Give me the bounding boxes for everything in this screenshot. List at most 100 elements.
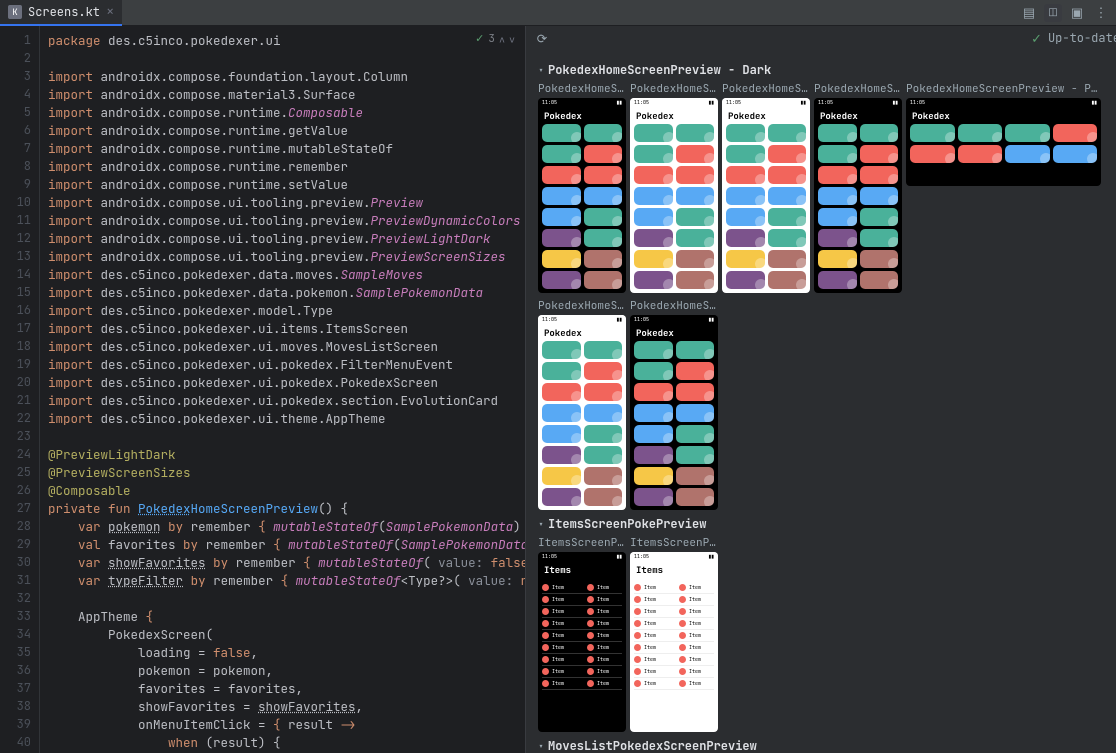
code-line[interactable] bbox=[48, 590, 525, 608]
preview-item[interactable]: ItemsScreenPokePrevi... 11:05▮▮ Items It… bbox=[630, 536, 718, 732]
preview-mock[interactable]: 11:05▮▮ Pokedex bbox=[630, 315, 718, 510]
line-number: 12 bbox=[0, 230, 39, 248]
code-line[interactable]: import des.c5inco.pokedexer.data.pokemon… bbox=[48, 284, 525, 302]
code-line[interactable]: @PreviewScreenSizes bbox=[48, 464, 525, 482]
more-options-icon[interactable]: ⋮ bbox=[1092, 4, 1110, 22]
preview-item[interactable]: PokedexHomeScreenP... 11:05▮▮ Pokedex bbox=[538, 299, 626, 510]
preview-item[interactable]: ItemsScreenPokePrevi... 11:05▮▮ Items It… bbox=[538, 536, 626, 732]
line-number: 20 bbox=[0, 374, 39, 392]
code-line[interactable]: pokemon = pokemon, bbox=[48, 662, 525, 680]
line-number: 17 bbox=[0, 320, 39, 338]
code-area[interactable]: package des.c5inco.pokedexer.ui import an… bbox=[40, 26, 525, 753]
preview-mock[interactable]: 11:05▮▮ Items ItemItemItemItemItemItemIt… bbox=[538, 552, 626, 732]
code-line[interactable]: import des.c5inco.pokedexer.ui.moves.Mov… bbox=[48, 338, 525, 356]
code-line[interactable]: PokedexScreen( bbox=[48, 626, 525, 644]
preview-label: PokedexHomeScreenP... bbox=[538, 299, 626, 313]
code-line[interactable]: onMenuItemClick = { result -> bbox=[48, 716, 525, 734]
preview-mock[interactable]: 11:05▮▮ Items ItemItemItemItemItemItemIt… bbox=[630, 552, 718, 732]
code-line[interactable]: package des.c5inco.pokedexer.ui bbox=[48, 32, 525, 50]
preview-mock[interactable]: 11:05▮▮ Pokedex bbox=[630, 98, 718, 293]
inspection-count: 3 bbox=[488, 32, 495, 46]
code-line[interactable]: import androidx.compose.runtime.remember bbox=[48, 158, 525, 176]
code-line[interactable]: import androidx.compose.foundation.layou… bbox=[48, 68, 525, 86]
line-number: 3 bbox=[0, 68, 39, 86]
code-line[interactable]: import des.c5inco.pokedexer.ui.theme.App… bbox=[48, 410, 525, 428]
code-line[interactable]: var pokemon by remember { mutableStateOf… bbox=[48, 518, 525, 536]
prev-problem-icon[interactable]: ∧ bbox=[499, 33, 505, 46]
preview-group-title: ItemsScreenPokePreview bbox=[548, 516, 706, 532]
preview-item[interactable]: PokedexHomeScreenP... 11:05▮▮ Pokedex bbox=[538, 82, 626, 293]
line-number: 40 bbox=[0, 734, 39, 752]
preview-mock[interactable]: 11:05▮▮ Pokedex bbox=[722, 98, 810, 293]
line-number: 34 bbox=[0, 626, 39, 644]
code-line[interactable]: import androidx.compose.runtime.Composab… bbox=[48, 104, 525, 122]
close-tab-icon[interactable]: × bbox=[106, 3, 114, 21]
code-line[interactable]: import des.c5inco.pokedexer.data.moves.S… bbox=[48, 266, 525, 284]
code-line[interactable] bbox=[48, 428, 525, 446]
code-line[interactable]: loading = false, bbox=[48, 644, 525, 662]
code-line[interactable]: import des.c5inco.pokedexer.ui.items.Ite… bbox=[48, 320, 525, 338]
code-line[interactable]: import androidx.compose.ui.tooling.previ… bbox=[48, 248, 525, 266]
preview-row: PokedexHomeScreenP... 11:05▮▮ Pokedex Po… bbox=[538, 82, 1116, 293]
code-line[interactable]: @Composable bbox=[48, 482, 525, 500]
code-line[interactable]: var showFavorites by remember { mutableS… bbox=[48, 554, 525, 572]
status-check-приicon: ✓ bbox=[1031, 30, 1042, 47]
preview-group-header[interactable]: ▾PokedexHomeScreenPreview - Dark bbox=[538, 62, 1116, 78]
code-line[interactable]: import des.c5inco.pokedexer.model.Type bbox=[48, 302, 525, 320]
preview-label: ItemsScreenPokePrevi... bbox=[630, 536, 718, 550]
code-line[interactable]: import androidx.compose.runtime.mutableS… bbox=[48, 140, 525, 158]
split-view-icon[interactable]: ◫ bbox=[1044, 4, 1062, 22]
preview-mock[interactable]: 11:05▮▮ Pokedex bbox=[538, 98, 626, 293]
code-line[interactable]: showFavorites = showFavorites, bbox=[48, 698, 525, 716]
code-line[interactable]: AppTheme { bbox=[48, 608, 525, 626]
preview-status-text: Up-to-date bbox=[1048, 30, 1116, 46]
preview-mock[interactable]: 11:05▮▮ Pokedex bbox=[814, 98, 902, 293]
line-number: 35 bbox=[0, 644, 39, 662]
code-line[interactable]: import androidx.compose.ui.tooling.previ… bbox=[48, 212, 525, 230]
preview-item[interactable]: PokedexHomeScreenP... 11:05▮▮ Pokedex bbox=[814, 82, 902, 293]
inspections-widget[interactable]: ✓ 3 ∧ ∨ bbox=[475, 32, 515, 46]
preview-label: ItemsScreenPokePrevi... bbox=[538, 536, 626, 550]
code-line[interactable] bbox=[48, 50, 525, 68]
line-number: 5 bbox=[0, 104, 39, 122]
preview-group-header[interactable]: ▾ ItemsScreenPokePreview bbox=[538, 516, 1116, 532]
preview-item[interactable]: PokedexHomeScreenP... 11:05▮▮ Pokedex bbox=[630, 299, 718, 510]
chevron-down-icon: ▾ bbox=[538, 518, 544, 531]
code-line[interactable]: import androidx.compose.material3.Surfac… bbox=[48, 86, 525, 104]
line-number: 18 bbox=[0, 338, 39, 356]
preview-mock[interactable]: 11:05▮▮ Pokedex bbox=[538, 315, 626, 510]
code-line[interactable]: import androidx.compose.ui.tooling.previ… bbox=[48, 230, 525, 248]
preview-body[interactable]: ▾PokedexHomeScreenPreview - Dark PokedexH… bbox=[526, 50, 1116, 753]
line-number: 15 bbox=[0, 284, 39, 302]
preview-item[interactable]: PokedexHomeScreenP... 11:05▮▮ Pokedex bbox=[630, 82, 718, 293]
code-line[interactable]: @PreviewLightDark bbox=[48, 446, 525, 464]
code-line[interactable]: var typeFilter by remember { mutableStat… bbox=[48, 572, 525, 590]
code-line[interactable]: private fun PokedexHomeScreenPreview() { bbox=[48, 500, 525, 518]
design-view-icon[interactable]: ▣ bbox=[1068, 4, 1086, 22]
editor-pane: ✓ 3 ∧ ∨ 12345678910111213141516171819202… bbox=[0, 26, 525, 753]
code-line[interactable]: import androidx.compose.ui.tooling.previ… bbox=[48, 194, 525, 212]
next-problem-icon[interactable]: ∨ bbox=[509, 33, 515, 46]
preview-group-title: MovesListPokedexScreenPreview bbox=[548, 738, 757, 753]
preview-label: PokedexHomeScreenPreview - Phone - Lands… bbox=[906, 82, 1101, 96]
line-number: 21 bbox=[0, 392, 39, 410]
file-tab[interactable]: K Screens.kt × bbox=[0, 0, 122, 26]
preview-item[interactable]: PokedexHomeScreenPreview - Phone - Lands… bbox=[906, 82, 1101, 293]
check-icon: ✓ bbox=[475, 32, 484, 46]
line-number: 32 bbox=[0, 590, 39, 608]
code-line[interactable]: favorites = favorites, bbox=[48, 680, 525, 698]
preview-mock[interactable]: 11:05▮▮ Pokedex bbox=[906, 98, 1101, 186]
code-line[interactable]: import androidx.compose.runtime.getValue bbox=[48, 122, 525, 140]
line-number: 39 bbox=[0, 716, 39, 734]
code-line[interactable]: val favorites by remember { mutableState… bbox=[48, 536, 525, 554]
preview-group-header[interactable]: ▾MovesListPokedexScreenPreview bbox=[538, 738, 1116, 753]
code-line[interactable]: import des.c5inco.pokedexer.ui.pokedex.P… bbox=[48, 374, 525, 392]
code-line[interactable]: import des.c5inco.pokedexer.ui.pokedex.s… bbox=[48, 392, 525, 410]
code-line[interactable]: import androidx.compose.runtime.setValue bbox=[48, 176, 525, 194]
preview-item[interactable]: PokedexHomeScreenP... 11:05▮▮ Pokedex bbox=[722, 82, 810, 293]
code-line[interactable]: when (result) { bbox=[48, 734, 525, 752]
code-view-icon[interactable]: ▤ bbox=[1020, 4, 1038, 22]
tab-bar: K Screens.kt × ▤ ◫ ▣ ⋮ bbox=[0, 0, 1116, 26]
refresh-preview-icon[interactable]: ⟳ bbox=[534, 30, 550, 46]
code-line[interactable]: import des.c5inco.pokedexer.ui.pokedex.F… bbox=[48, 356, 525, 374]
